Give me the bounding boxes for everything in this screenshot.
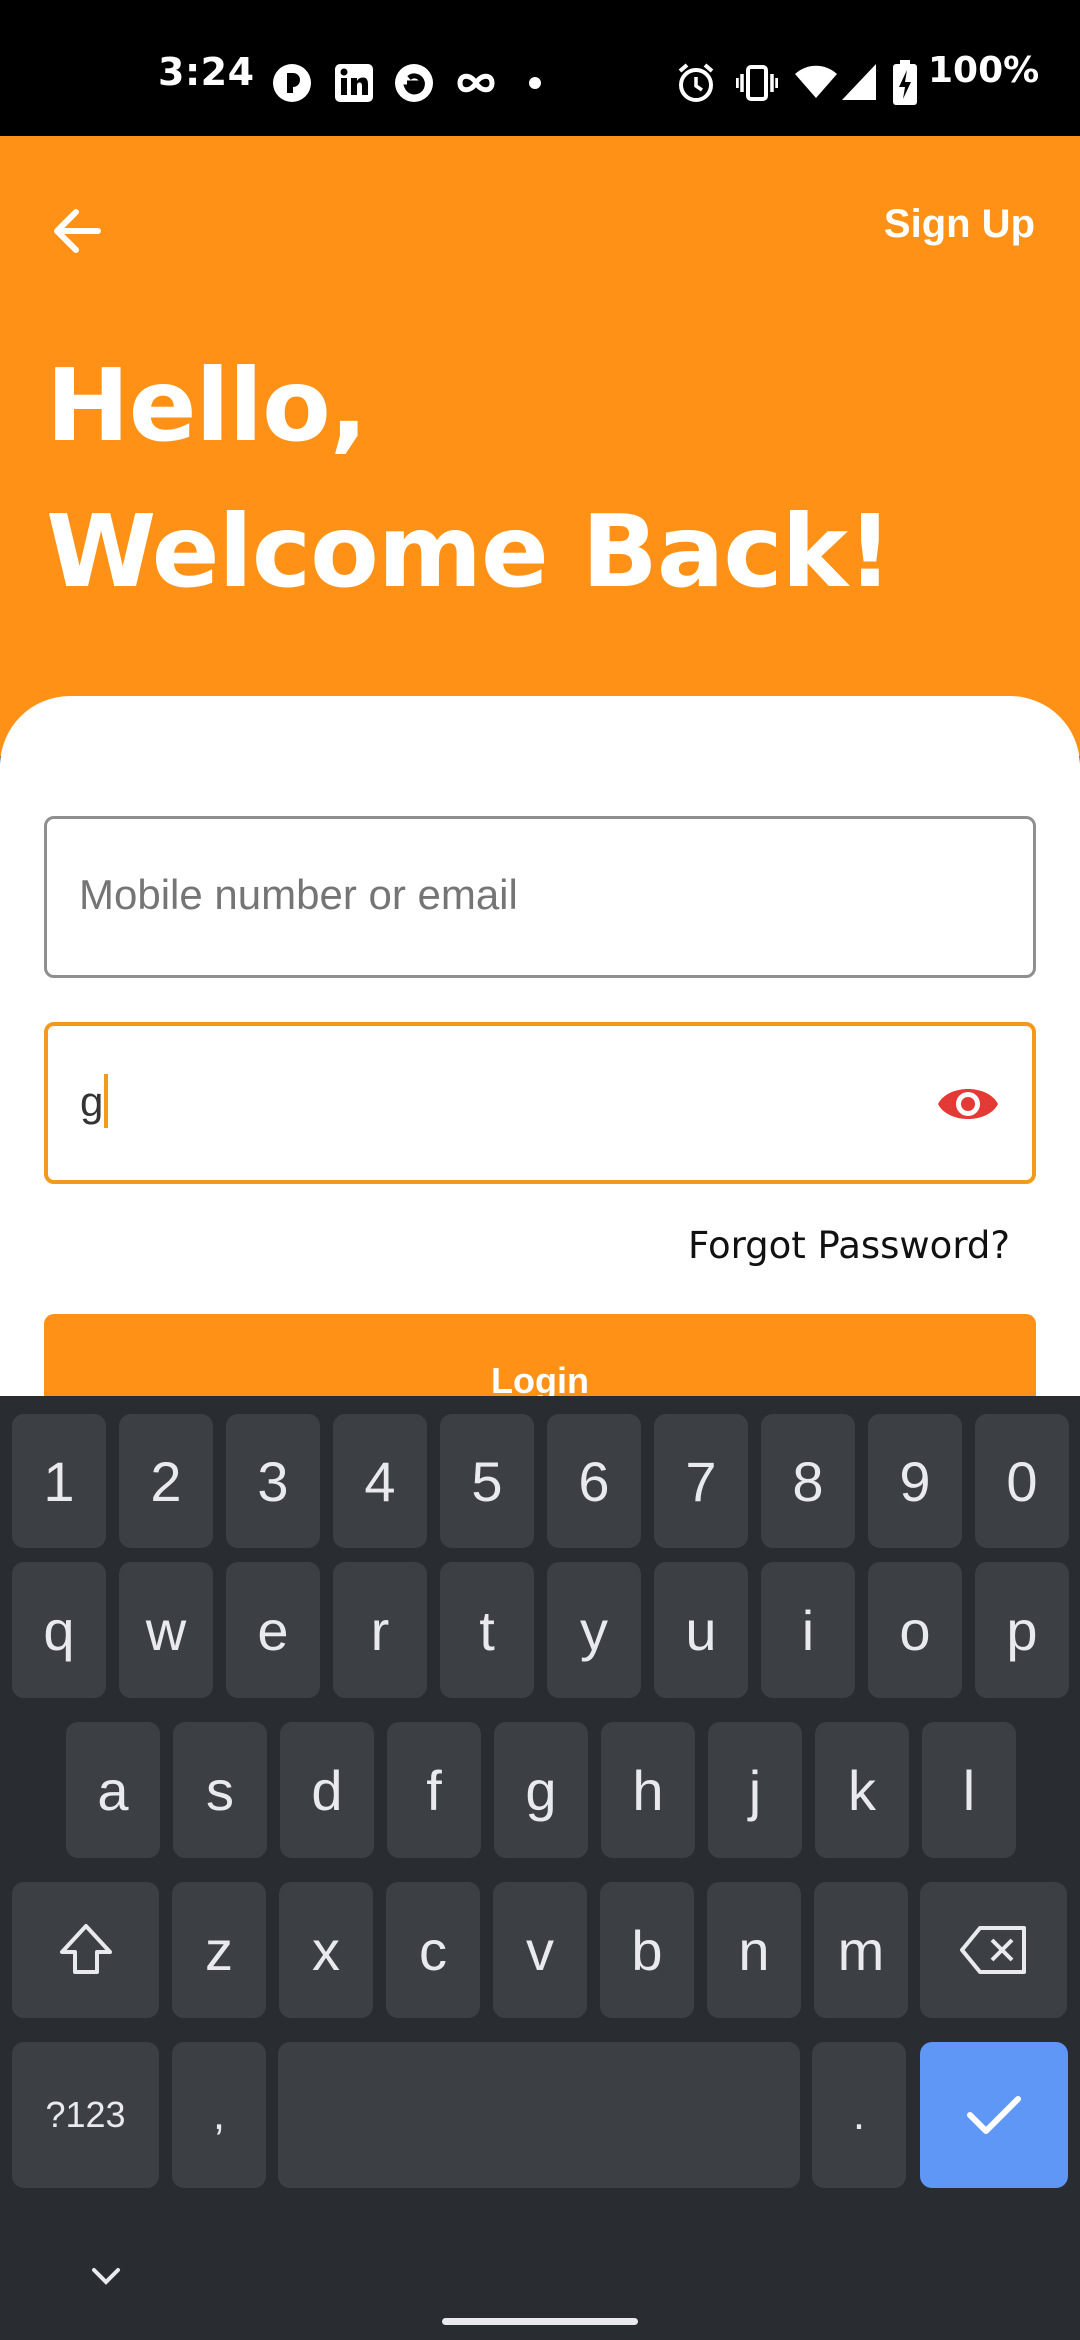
key-3[interactable]: 3 [226,1414,320,1548]
app-header: Sign Up Hello, Welcome Back! [0,136,1080,756]
alarm-icon [678,63,714,102]
arrow-left-icon [54,209,101,253]
e-app-icon [395,64,433,102]
battery-charging-icon [893,60,917,105]
enter-key[interactable] [920,2042,1068,2188]
key-t[interactable]: t [440,1562,534,1698]
key-i[interactable]: i [761,1562,855,1698]
password-field[interactable]: g [44,1022,1036,1184]
greeting-title-line2: Welcome Back! [46,493,893,610]
key-c[interactable]: c [386,1882,480,2018]
status-time: 3:24 [158,50,255,94]
vibrate-icon [736,65,778,101]
key-v[interactable]: v [493,1882,587,2018]
key-4[interactable]: 4 [333,1414,427,1548]
wifi-icon [795,65,837,98]
chevron-down-icon [92,2268,120,2285]
backspace-key[interactable] [920,1882,1067,2018]
key-x[interactable]: x [279,1882,373,2018]
status-bar: 3:24 100% [0,0,1080,136]
check-icon [967,2096,1021,2134]
key-9[interactable]: 9 [868,1414,962,1548]
key-u[interactable]: u [654,1562,748,1698]
show-password-toggle[interactable] [936,1076,1000,1132]
key-l[interactable]: l [922,1722,1016,1858]
app-badge-icon [273,64,311,102]
key-z[interactable]: z [172,1882,266,2018]
key-m[interactable]: m [814,1882,908,2018]
key-w[interactable]: w [119,1562,213,1698]
comma-key[interactable]: , [172,2042,266,2188]
text-cursor [104,1074,108,1128]
dot-icon [529,77,541,89]
eye-icon [938,1089,998,1119]
key-o[interactable]: o [868,1562,962,1698]
symbols-key[interactable]: ?123 [12,2042,159,2188]
key-g[interactable]: g [494,1722,588,1858]
key-k[interactable]: k [815,1722,909,1858]
key-5[interactable]: 5 [440,1414,534,1548]
linkedin-icon [335,64,373,102]
greeting-title-line1: Hello, [46,347,368,464]
key-0[interactable]: 0 [975,1414,1069,1548]
space-key[interactable] [278,2042,800,2188]
key-d[interactable]: d [280,1722,374,1858]
hide-keyboard-button[interactable] [84,2262,128,2292]
soft-keyboard: 1234567890 qwertyuiop asdfghjkl zxcvbnm ?12… [0,1396,1080,2340]
period-key[interactable]: . [812,2042,906,2188]
key-j[interactable]: j [708,1722,802,1858]
login-card: g Forgot Password? Login [0,696,1080,1456]
shift-icon [59,1924,112,1974]
key-2[interactable]: 2 [119,1414,213,1548]
key-7[interactable]: 7 [654,1414,748,1548]
key-y[interactable]: y [547,1562,641,1698]
key-n[interactable]: n [707,1882,801,2018]
key-e[interactable]: e [226,1562,320,1698]
key-a[interactable]: a [66,1722,160,1858]
back-button[interactable] [42,196,112,266]
key-h[interactable]: h [601,1722,695,1858]
shift-key[interactable] [12,1882,159,2018]
password-input[interactable]: g [80,1078,880,1126]
infinity-icon [457,73,495,93]
sign-up-link[interactable]: Sign Up [884,202,1035,247]
key-p[interactable]: p [975,1562,1069,1698]
backspace-icon [959,1926,1026,1974]
key-1[interactable]: 1 [12,1414,106,1548]
key-r[interactable]: r [333,1562,427,1698]
forgot-password-link[interactable]: Forgot Password? [688,1224,1010,1267]
gesture-nav-handle[interactable] [442,2318,638,2325]
key-8[interactable]: 8 [761,1414,855,1548]
battery-percent: 100% [928,50,1040,91]
email-field[interactable] [44,816,1036,978]
key-f[interactable]: f [387,1722,481,1858]
signal-icon [842,64,876,100]
key-s[interactable]: s [173,1722,267,1858]
email-input[interactable] [79,871,879,919]
key-q[interactable]: q [12,1562,106,1698]
key-b[interactable]: b [600,1882,694,2018]
key-6[interactable]: 6 [547,1414,641,1548]
